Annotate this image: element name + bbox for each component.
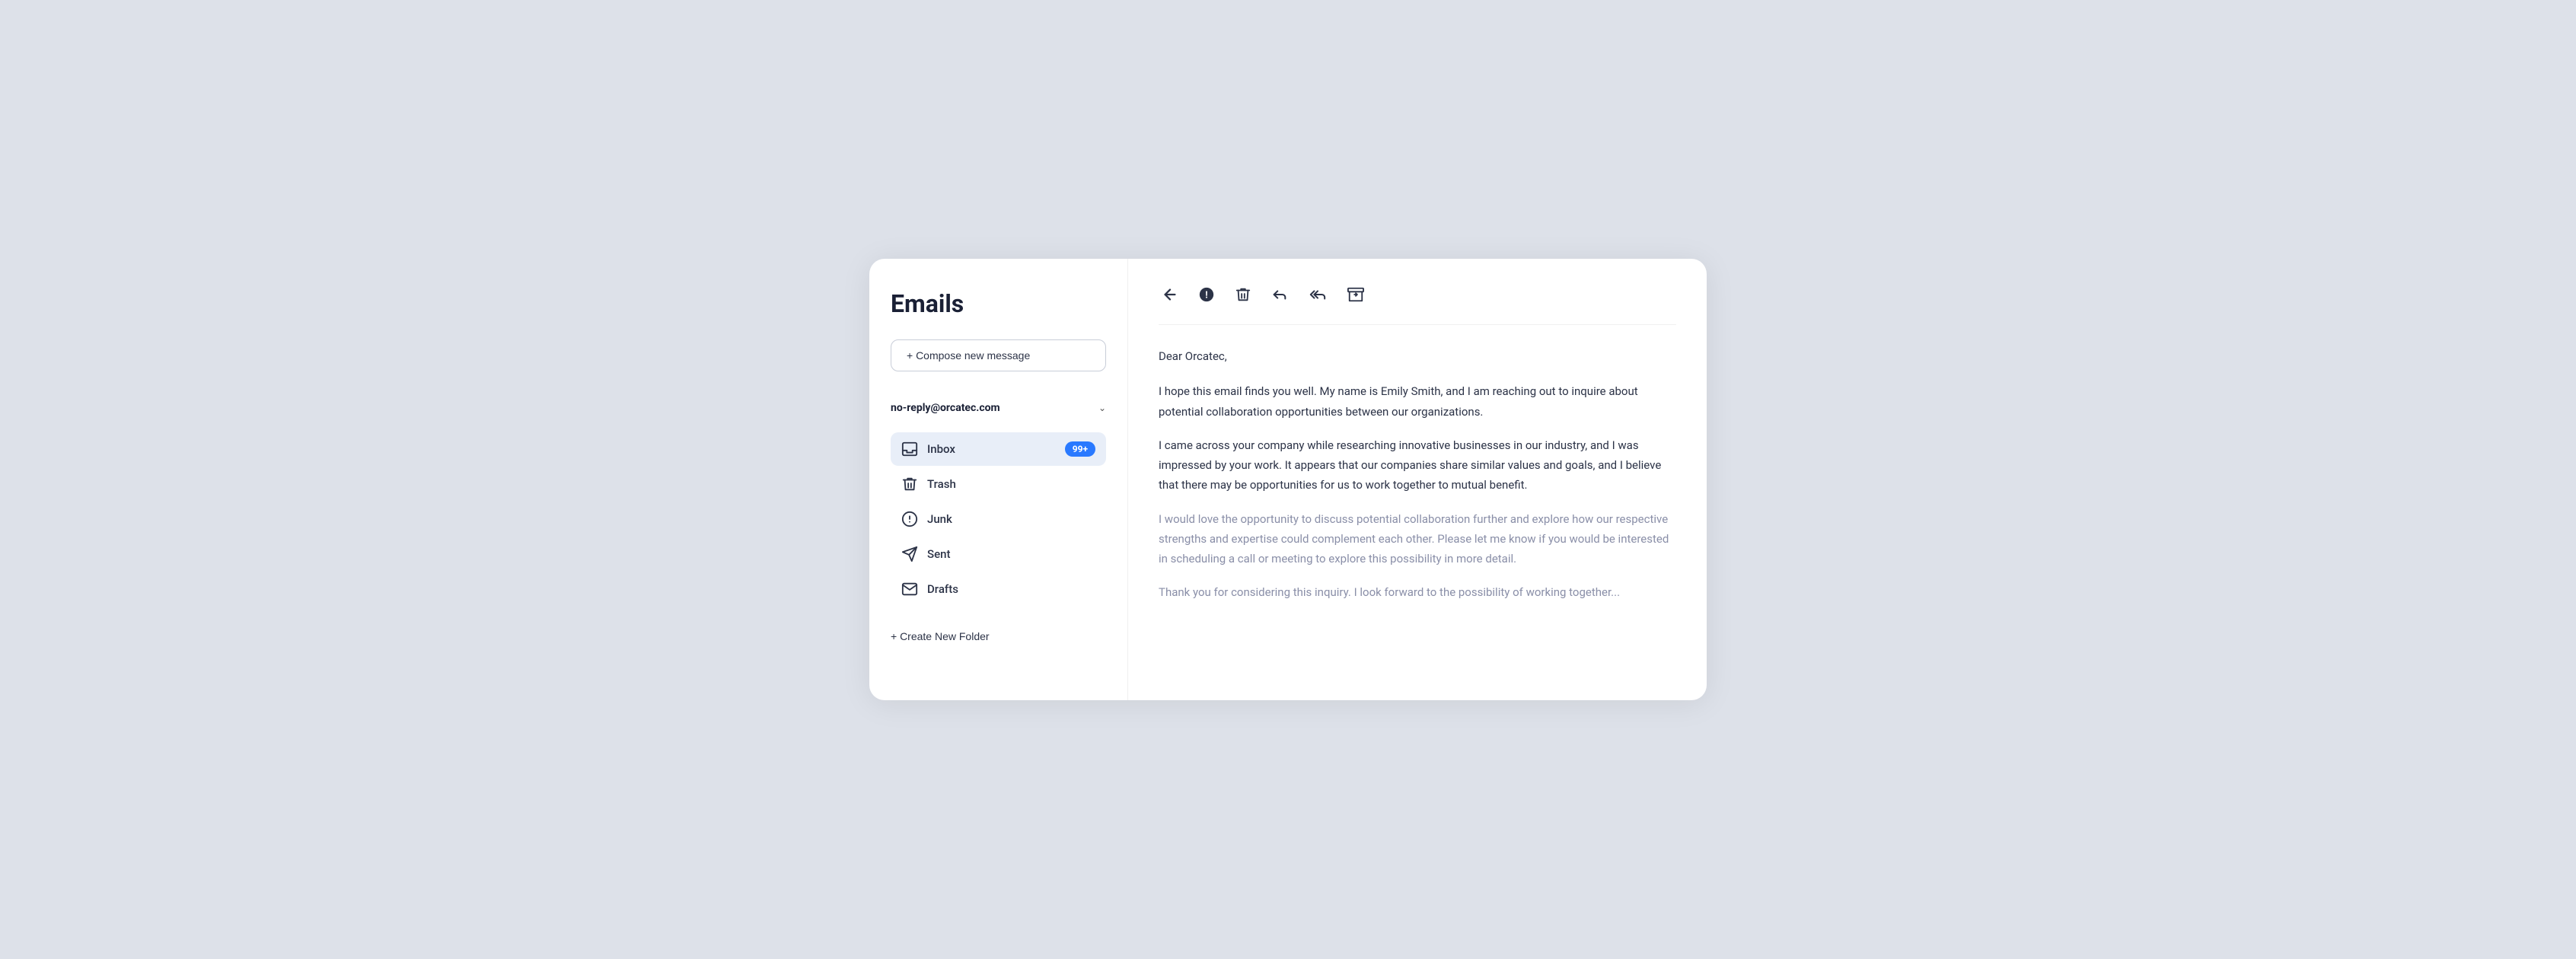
sidebar: Emails + Compose new message no-reply@or… bbox=[869, 259, 1128, 700]
page-title: Emails bbox=[891, 289, 1106, 318]
alert-icon: ! bbox=[1198, 286, 1215, 303]
inbox-icon bbox=[901, 441, 918, 457]
back-icon bbox=[1162, 286, 1178, 303]
email-toolbar: ! bbox=[1159, 283, 1676, 325]
archive-icon bbox=[1347, 286, 1364, 303]
inbox-label: Inbox bbox=[927, 442, 1056, 456]
compose-button[interactable]: + Compose new message bbox=[891, 339, 1106, 371]
reply-button[interactable] bbox=[1268, 283, 1291, 306]
sent-label: Sent bbox=[927, 547, 1095, 561]
reply-icon bbox=[1271, 286, 1288, 303]
sidebar-item-drafts[interactable]: Drafts bbox=[891, 572, 1106, 606]
inbox-badge: 99+ bbox=[1065, 441, 1095, 457]
sidebar-item-junk[interactable]: Junk bbox=[891, 502, 1106, 536]
delete-button[interactable] bbox=[1232, 283, 1255, 306]
drafts-label: Drafts bbox=[927, 582, 1095, 596]
folder-list: Inbox 99+ Trash bbox=[891, 432, 1106, 606]
chevron-down-icon[interactable]: ⌄ bbox=[1098, 403, 1106, 413]
email-paragraph-3: I would love the opportunity to discuss … bbox=[1159, 509, 1676, 569]
sidebar-item-sent[interactable]: Sent bbox=[891, 537, 1106, 571]
email-paragraph-1: I hope this email finds you well. My nam… bbox=[1159, 381, 1676, 422]
archive-button[interactable] bbox=[1344, 283, 1367, 306]
delete-icon bbox=[1235, 286, 1251, 303]
account-row: no-reply@orcatec.com ⌄ bbox=[891, 396, 1106, 426]
email-paragraph-2: I came across your company while researc… bbox=[1159, 435, 1676, 495]
back-button[interactable] bbox=[1159, 283, 1181, 306]
trash-label: Trash bbox=[927, 477, 1095, 491]
email-body: Dear Orcatec, I hope this email finds yo… bbox=[1159, 346, 1676, 616]
sent-icon bbox=[901, 546, 918, 562]
trash-icon bbox=[901, 476, 918, 492]
alert-button[interactable]: ! bbox=[1195, 283, 1218, 306]
email-main: ! bbox=[1128, 259, 1707, 700]
sidebar-item-inbox[interactable]: Inbox 99+ bbox=[891, 432, 1106, 466]
email-greeting: Dear Orcatec, bbox=[1159, 346, 1676, 366]
reply-all-icon bbox=[1308, 286, 1328, 303]
drafts-icon bbox=[901, 581, 918, 597]
sidebar-item-trash[interactable]: Trash bbox=[891, 467, 1106, 501]
account-email: no-reply@orcatec.com bbox=[891, 402, 1000, 414]
email-app-card: Emails + Compose new message no-reply@or… bbox=[869, 259, 1707, 700]
reply-all-button[interactable] bbox=[1305, 283, 1331, 306]
create-folder-button[interactable]: + Create New Folder bbox=[891, 627, 1106, 645]
email-paragraph-4: Thank you for considering this inquiry. … bbox=[1159, 582, 1676, 602]
svg-text:!: ! bbox=[1205, 289, 1208, 301]
junk-icon bbox=[901, 511, 918, 527]
junk-label: Junk bbox=[927, 512, 1095, 526]
